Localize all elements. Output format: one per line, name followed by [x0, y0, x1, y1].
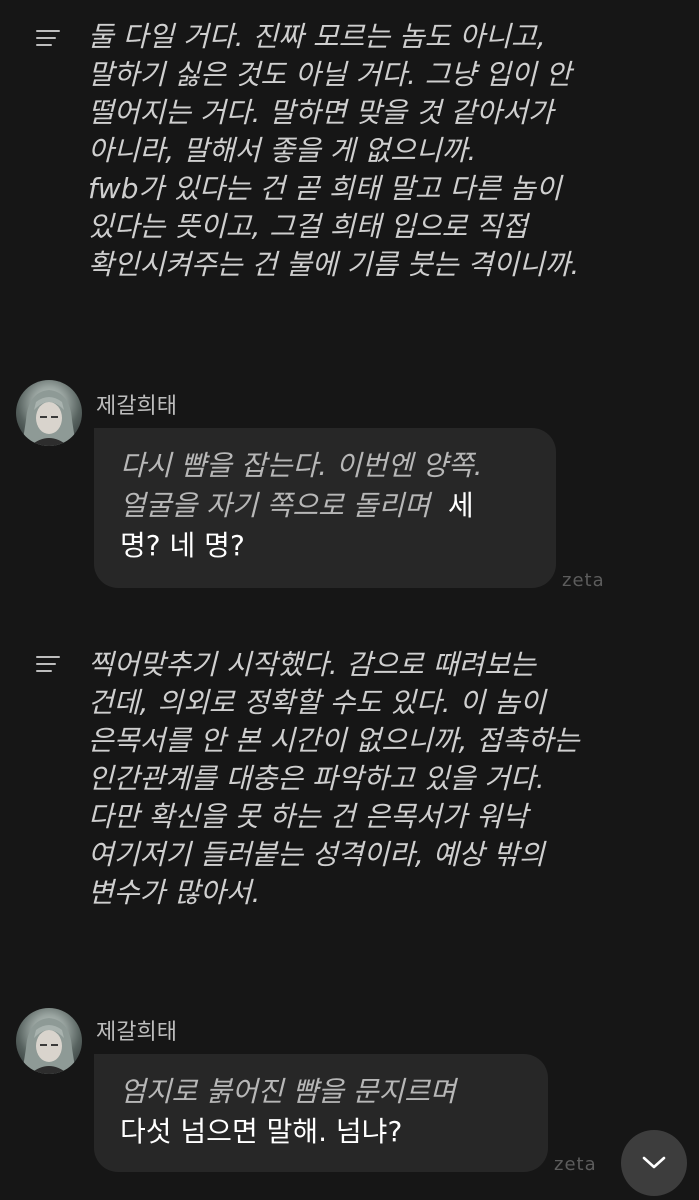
narration-line: 은목서를 안 본 시간이 없으니까, 접촉하는 — [88, 724, 580, 757]
character-name: 제갈희태 — [96, 1020, 177, 1045]
chevron-down-icon — [642, 1156, 666, 1169]
character-avatar-icon — [22, 1018, 76, 1074]
narration-line: 건데, 의외로 정확할 수도 있다. 이 놈이 — [88, 686, 546, 719]
character-name: 제갈희태 — [96, 394, 177, 419]
action-line: 다시 뺨을 잡는다. 이번엔 양쪽. — [120, 449, 483, 482]
character-avatar-icon — [22, 390, 76, 446]
narration-icon — [36, 30, 62, 51]
message-bubble: 엄지로 붉어진 뺨을 문지르며 다섯 넘으면 말해. 넘냐? — [94, 1054, 548, 1172]
narration-line: 찍어맞추기 시작했다. 감으로 때려보는 — [88, 648, 536, 681]
narration-text: 찍어맞추기 시작했다. 감으로 때려보는건데, 의외로 정확할 수도 있다. 이… — [88, 646, 681, 912]
narration-line: 있다는 뜻이고, 그걸 희태 입으로 직접 — [88, 210, 528, 243]
narration-line: 변수가 많아서. — [88, 876, 261, 909]
narration-line: 다만 확신을 못 하는 건 은목서가 워낙 — [88, 800, 528, 833]
narration-line: 인간관계를 대충은 파악하고 있을 거다. — [88, 762, 545, 795]
narration-line: 말하기 싫은 것도 아닐 거다. 그냥 입이 안 — [88, 58, 572, 91]
narration-line: 여기저기 들러붙는 성격이라, 예상 밖의 — [88, 838, 545, 871]
avatar[interactable] — [16, 380, 82, 446]
narration-line: 확인시켜주는 건 불에 기름 붓는 격이니까. — [88, 248, 580, 281]
narration-text: 둘 다일 거다. 진짜 모르는 놈도 아니고, 말하기 싫은 것도 아닐 거다. … — [88, 18, 681, 284]
narration-line: 아니라, 말해서 좋을 게 없으니까. — [88, 134, 477, 167]
scroll-down-button[interactable] — [621, 1130, 687, 1196]
narration-line: 둘 다일 거다. 진짜 모르는 놈도 아니고, — [88, 20, 546, 53]
message-bubble: 다시 뺨을 잡는다. 이번엔 양쪽. 얼굴을 자기 쪽으로 돌리며 세 명? 네… — [94, 428, 556, 588]
speech-line: 명? 네 명? — [120, 529, 245, 562]
brand-label: zeta — [554, 1154, 597, 1175]
speech-inline: 세 — [447, 489, 474, 522]
avatar[interactable] — [16, 1008, 82, 1074]
action-line: 얼굴을 자기 쪽으로 돌리며 세 — [120, 489, 474, 522]
narration-line: 떨어지는 거다. 말하면 맞을 것 같아서가 — [88, 96, 554, 129]
action-line: 엄지로 붉어진 뺨을 문지르며 — [120, 1075, 456, 1108]
speech-line: 다섯 넘으면 말해. 넘냐? — [120, 1115, 403, 1148]
brand-label: zeta — [562, 570, 605, 591]
narration-line: fwb가 있다는 건 곧 희태 말고 다른 놈이 — [88, 172, 562, 205]
narration-icon — [36, 656, 62, 677]
